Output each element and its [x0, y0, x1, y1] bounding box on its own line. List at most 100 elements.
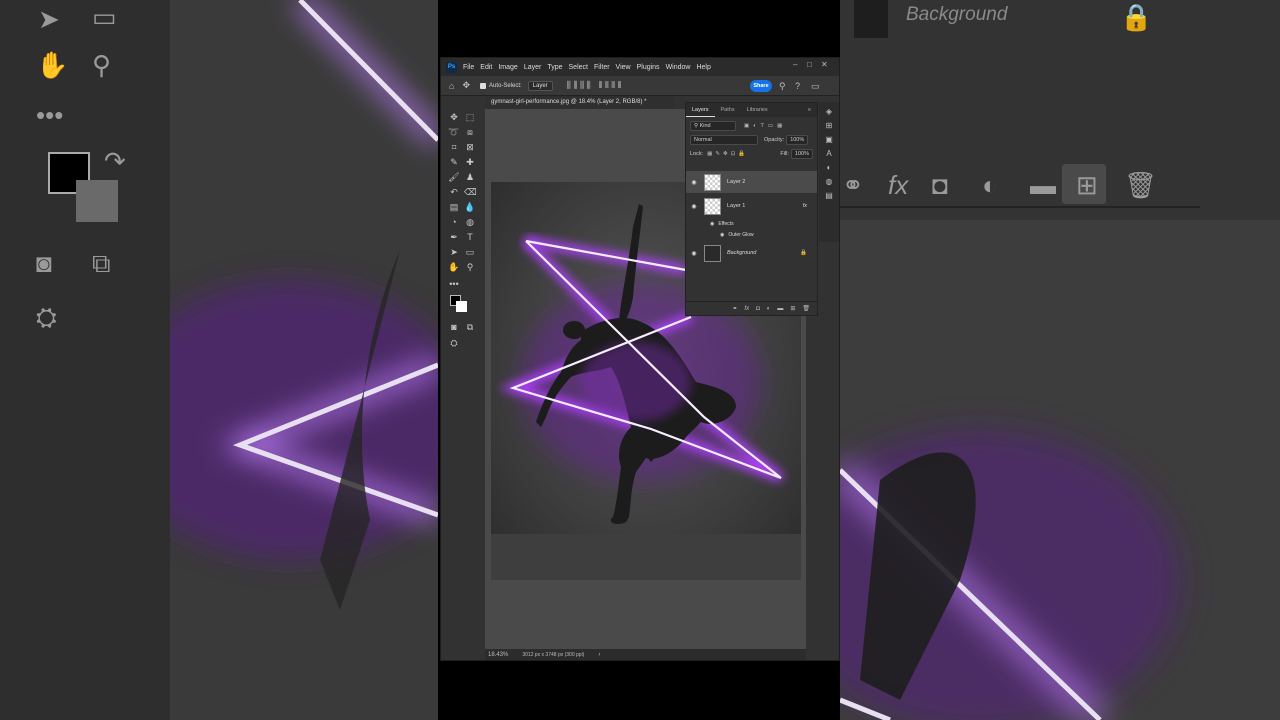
visibility-eye-icon[interactable]: ◉	[690, 203, 698, 210]
new-group-icon[interactable]: ▬	[777, 306, 783, 312]
object-select-icon[interactable]: ⧈	[464, 126, 476, 138]
menu-help[interactable]: Help	[696, 64, 710, 71]
screen-mode-icon[interactable]: ⧉	[464, 321, 476, 333]
delete-layer-icon[interactable]: 🗑	[802, 305, 810, 312]
swatches-icon[interactable]: ◍	[819, 177, 839, 186]
tab-paths[interactable]: Paths	[715, 103, 741, 117]
edit-toolbar-icon[interactable]: ⛭	[448, 337, 460, 349]
brush-icon[interactable]: 🖌	[448, 171, 460, 183]
sponge-icon[interactable]: ◍	[464, 216, 476, 228]
gradient-icon[interactable]: ▤	[448, 201, 460, 213]
arrow-icon: ➤	[38, 4, 60, 34]
background-color-swatch[interactable]	[456, 301, 467, 312]
path-select-icon[interactable]: ➤	[448, 246, 460, 258]
properties-icon[interactable]: ⊞	[819, 121, 839, 130]
eraser-icon[interactable]: ⌫	[464, 186, 477, 198]
move-tool-icon[interactable]: ✥	[462, 80, 470, 91]
outer-glow-eye-icon[interactable]: ◉	[720, 232, 724, 238]
rectangle-icon[interactable]: ▭	[464, 246, 476, 258]
maximize-icon[interactable]: □	[807, 60, 812, 69]
status-arrow-icon[interactable]: ›	[598, 652, 600, 658]
pen-icon[interactable]: ✒	[448, 231, 460, 243]
minimize-icon[interactable]: –	[793, 60, 797, 69]
filter-row: ⚲ Kind ▣◐T▭▦	[686, 119, 817, 133]
lock-row: Lock: ▦✎✥⊡🔒 Fill: 100%	[686, 147, 817, 161]
effects-eye-icon[interactable]: ◉	[710, 221, 714, 227]
add-fx-icon[interactable]: fx	[744, 306, 749, 312]
layer-row-layer-1[interactable]: ◉ Layer 1 fx	[686, 195, 817, 217]
folder-icon: ▬	[1030, 170, 1056, 200]
menu-window[interactable]: Window	[666, 64, 691, 71]
share-button[interactable]: Share	[750, 80, 772, 92]
tab-libraries[interactable]: Libraries	[741, 103, 774, 117]
type-icon[interactable]: T	[464, 231, 476, 243]
fill-input[interactable]: 100%	[790, 149, 813, 159]
more-tools-icon[interactable]: •••	[448, 278, 460, 290]
move-icon[interactable]: ✥	[448, 111, 460, 123]
visibility-eye-icon[interactable]: ◉	[690, 250, 698, 257]
blur-icon[interactable]: 💧	[464, 201, 476, 213]
menu-select[interactable]: Select	[569, 64, 588, 71]
marquee-icon[interactable]: ⬚	[464, 111, 476, 123]
backdrop-neon-right	[840, 430, 1180, 720]
stamp-icon[interactable]: ♟	[464, 171, 476, 183]
healing-icon[interactable]: ✚	[464, 156, 476, 168]
link-icon: ⚭	[842, 170, 864, 200]
auto-select-checkbox[interactable]	[479, 82, 486, 89]
lock-icons[interactable]: ▦✎✥⊡🔒	[707, 151, 748, 157]
distribute-icons[interactable]: ⫴ ⫴ ⫴ ⫴	[599, 80, 622, 91]
menu-plugins[interactable]: Plugins	[637, 64, 660, 71]
eyedropper-icon[interactable]: ✎	[448, 156, 460, 168]
history-icon[interactable]: ▣	[819, 135, 839, 144]
outer-glow-row[interactable]: ◉ Outer Glow	[686, 229, 817, 240]
menu-filter[interactable]: Filter	[594, 64, 610, 71]
close-icon[interactable]: ✕	[821, 60, 828, 69]
zoom-icon[interactable]: ⚲	[464, 261, 476, 273]
zoom-level[interactable]: 18.43%	[488, 652, 508, 658]
frame-icon[interactable]: ⊠	[464, 141, 476, 153]
history-brush-icon[interactable]: ↶	[448, 186, 460, 198]
filter-kind-label: Kind	[699, 123, 711, 129]
hand-icon[interactable]: ✋	[448, 261, 460, 273]
menu-file[interactable]: File	[463, 64, 474, 71]
lasso-icon[interactable]: ➰	[448, 126, 460, 138]
help-icon[interactable]: ?	[795, 81, 800, 91]
character-icon[interactable]: A	[819, 149, 839, 158]
link-layers-icon[interactable]: ⚭	[732, 305, 737, 312]
blend-mode-dropdown[interactable]: Normal	[690, 135, 758, 145]
quick-mask-icon[interactable]: ◙	[448, 321, 460, 333]
color-icon[interactable]: ◐	[819, 163, 839, 172]
lock-label: Lock:	[690, 151, 704, 157]
mask-icon: ◘	[932, 170, 948, 200]
auto-select-dropdown[interactable]: Layer	[527, 80, 553, 91]
libraries-icon[interactable]: ▤	[819, 191, 839, 200]
menu-view[interactable]: View	[616, 64, 631, 71]
blend-row: Normal Opacity: 100%	[686, 133, 817, 147]
visibility-eye-icon[interactable]: ◉	[690, 179, 698, 186]
workspace-icon[interactable]: ▭	[811, 81, 820, 92]
opacity-input[interactable]: 100%	[786, 135, 809, 145]
menu-type[interactable]: Type	[547, 64, 562, 71]
adjustment-layer-icon[interactable]: ◐	[767, 306, 771, 312]
menu-layer[interactable]: Layer	[524, 64, 542, 71]
effects-row[interactable]: ◉ Effects	[686, 218, 817, 229]
home-icon[interactable]: ⌂	[449, 81, 454, 91]
add-mask-icon[interactable]: ◘	[756, 306, 760, 312]
menu-edit[interactable]: Edit	[480, 64, 492, 71]
layer-row-layer-2[interactable]: ◉ Layer 2	[686, 171, 817, 193]
align-icons[interactable]: ⫼ ⫼ ⫼ ⫼	[567, 80, 591, 91]
panel-menu-icon[interactable]: ≡	[808, 107, 811, 113]
options-bar: ⌂ ✥ Auto-Select: Layer ⫼ ⫼ ⫼ ⫼ ⫴ ⫴ ⫴ ⫴ •…	[441, 76, 839, 96]
crop-icon[interactable]: ⌗	[448, 141, 460, 153]
filter-icons[interactable]: ▣◐T▭▦	[744, 123, 786, 129]
new-layer-icon[interactable]: ⊞	[790, 305, 795, 312]
fx-badge[interactable]: fx	[803, 203, 807, 209]
layer-row-background[interactable]: ◉ Background 🔒	[686, 242, 817, 264]
dodge-icon[interactable]: ◔	[448, 216, 460, 228]
tab-layers[interactable]: Layers	[686, 103, 715, 117]
search-icon[interactable]: ⚲	[779, 81, 786, 92]
filter-kind-dropdown[interactable]: ⚲ Kind	[690, 121, 736, 131]
layers-panel-icon[interactable]: ◈	[819, 107, 839, 116]
document-tab[interactable]: gymnast-girl-performance.jpg @ 18.4% (La…	[485, 96, 675, 109]
menu-image[interactable]: Image	[498, 64, 517, 71]
